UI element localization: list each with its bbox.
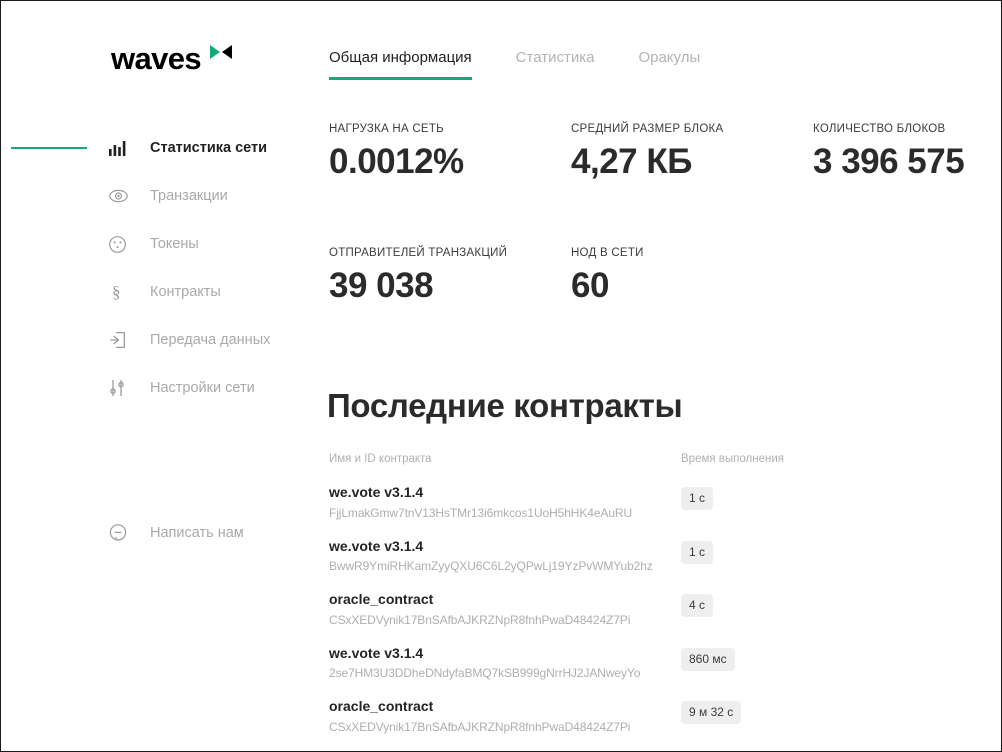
stat-network-load: НАГРУЗКА НА СЕТЬ 0.0012% xyxy=(329,123,571,182)
status-badge: 9 м 32 с xyxy=(681,701,741,724)
stat-value: 0.0012% xyxy=(329,143,571,182)
sidebar-item-contracts[interactable]: § Контракты xyxy=(109,277,309,307)
brand-logo[interactable]: waves xyxy=(111,43,232,74)
status-badge: 860 мс xyxy=(681,648,735,671)
status-badge: 1 с xyxy=(681,487,713,510)
table-row[interactable]: we.vote v3.1.4 FjjLmakGmw7tnV13HsTMr13i6… xyxy=(329,484,949,521)
sidebar-item-label: Написать нам xyxy=(150,525,244,541)
page-title: Последние контракты xyxy=(327,387,682,425)
status-badge: 1 с xyxy=(681,541,713,564)
tab-label: Оракулы xyxy=(638,49,700,66)
stat-label: СРЕДНИЙ РАЗМЕР БЛОКА xyxy=(571,123,813,135)
table-row[interactable]: oracle_contract CSxXEDVynik17BnSAfbAJKRZ… xyxy=(329,591,949,628)
stat-label: ОТПРАВИТЕЛЕЙ ТРАНЗАКЦИЙ xyxy=(329,247,571,259)
sidebar: Статистика сети Транзакции xyxy=(109,133,309,566)
stat-label: КОЛИЧЕСТВО БЛОКОВ xyxy=(813,123,964,135)
sliders-icon xyxy=(109,379,133,397)
section-sign-icon: § xyxy=(109,283,133,301)
table-row[interactable]: we.vote v3.1.4 BwwR9YmiRHKamZyyQXU6C6L2y… xyxy=(329,538,949,575)
table-row[interactable]: we.vote v3.1.4 2se7HM3U3DDheDNdyfaBMQ7kS… xyxy=(329,645,949,682)
sidebar-item-label: Контракты xyxy=(150,284,221,300)
bar-chart-icon xyxy=(109,140,133,156)
stat-block-count: КОЛИЧЕСТВО БЛОКОВ 3 396 575 xyxy=(813,123,964,182)
tab-statistics[interactable]: Статистика xyxy=(516,49,595,80)
sidebar-item-transactions[interactable]: Транзакции xyxy=(109,181,309,211)
contract-id: CSxXEDVynik17BnSAfbAJKRZNpR8fnhPwaD48424… xyxy=(329,613,681,628)
contract-time-cell: 860 мс xyxy=(681,645,821,671)
contract-name-cell: oracle_contract CSxXEDVynik17BnSAfbAJKRZ… xyxy=(329,698,681,735)
contract-name-cell: we.vote v3.1.4 2se7HM3U3DDheDNdyfaBMQ7kS… xyxy=(329,645,681,682)
column-header-name: Имя и ID контракта xyxy=(329,453,681,465)
sidebar-item-label: Настройки сети xyxy=(150,380,255,396)
contract-name: oracle_contract xyxy=(329,698,681,716)
latest-contracts-table: Имя и ID контракта Время выполнения we.v… xyxy=(329,453,949,752)
sidebar-item-contact-us[interactable]: Написать нам xyxy=(109,518,309,548)
stat-value: 60 xyxy=(571,267,644,306)
chat-bubble-icon xyxy=(109,524,133,542)
token-circle-icon xyxy=(109,236,133,253)
column-header-time: Время выполнения xyxy=(681,453,821,465)
tab-general-info[interactable]: Общая информация xyxy=(329,49,472,80)
stat-transaction-senders: ОТПРАВИТЕЛЕЙ ТРАНЗАКЦИЙ 39 038 xyxy=(329,247,571,306)
contract-name-cell: oracle_contract CSxXEDVynik17BnSAfbAJKRZ… xyxy=(329,591,681,628)
contract-name-cell: we.vote v3.1.4 FjjLmakGmw7tnV13HsTMr13i6… xyxy=(329,484,681,521)
tab-bar: Общая информация Статистика Оракулы xyxy=(329,49,700,80)
contract-id: FjjLmakGmw7tnV13HsTMr13i6mkcos1UoH5hHK4e… xyxy=(329,506,681,521)
tab-label: Статистика xyxy=(516,49,595,66)
contract-time-cell: 9 м 32 с xyxy=(681,698,821,724)
stat-value: 3 396 575 xyxy=(813,143,964,182)
contract-name: we.vote v3.1.4 xyxy=(329,538,681,556)
sidebar-item-network-settings[interactable]: Настройки сети xyxy=(109,373,309,403)
contract-time-cell: 1 с xyxy=(681,538,821,564)
table-row[interactable]: oracle_contract CSxXEDVynik17BnSAfbAJKRZ… xyxy=(329,698,949,735)
tab-oracles[interactable]: Оракулы xyxy=(638,49,700,80)
stat-label: НОД В СЕТИ xyxy=(571,247,644,259)
bowtie-logo-icon xyxy=(210,45,232,64)
network-stats-row-1: НАГРУЗКА НА СЕТЬ 0.0012% СРЕДНИЙ РАЗМЕР … xyxy=(329,123,964,182)
stat-value: 4,27 КБ xyxy=(571,143,813,182)
sidebar-item-data-transfer[interactable]: Передача данных xyxy=(109,325,309,355)
sidebar-item-label: Статистика сети xyxy=(150,140,267,156)
contract-id: 2se7HM3U3DDheDNdyfaBMQ7kSB999gNrrHJ2JANw… xyxy=(329,666,681,681)
active-section-indicator xyxy=(11,147,87,149)
table-header-row: Имя и ID контракта Время выполнения xyxy=(329,453,949,465)
stat-average-block-size: СРЕДНИЙ РАЗМЕР БЛОКА 4,27 КБ xyxy=(571,123,813,182)
network-stats-row-2: ОТПРАВИТЕЛЕЙ ТРАНЗАКЦИЙ 39 038 НОД В СЕТ… xyxy=(329,247,644,306)
contract-name-cell: we.vote v3.1.4 BwwR9YmiRHKamZyyQXU6C6L2y… xyxy=(329,538,681,575)
contract-time-cell: 1 с xyxy=(681,484,821,510)
stat-value: 39 038 xyxy=(329,267,571,306)
stat-nodes-in-network: НОД В СЕТИ 60 xyxy=(571,247,644,306)
svg-text:§: § xyxy=(112,283,121,301)
stat-label: НАГРУЗКА НА СЕТЬ xyxy=(329,123,571,135)
contract-name: we.vote v3.1.4 xyxy=(329,645,681,663)
sidebar-item-network-stats[interactable]: Статистика сети xyxy=(109,133,309,163)
sidebar-item-label: Токены xyxy=(150,236,199,252)
tab-label: Общая информация xyxy=(329,49,472,66)
app-window: waves Общая информация Статистика Оракул… xyxy=(0,0,1002,752)
brand-name: waves xyxy=(111,43,201,74)
status-badge: 4 с xyxy=(681,594,713,617)
contract-time-cell: 4 с xyxy=(681,591,821,617)
sidebar-item-tokens[interactable]: Токены xyxy=(109,229,309,259)
contract-id: CSxXEDVynik17BnSAfbAJKRZNpR8fnhPwaD48424… xyxy=(329,720,681,735)
contract-name: we.vote v3.1.4 xyxy=(329,484,681,502)
contract-id: BwwR9YmiRHKamZyyQXU6C6L2yQPwLj19YzPvWMYu… xyxy=(329,559,681,574)
contract-name: oracle_contract xyxy=(329,591,681,609)
sidebar-item-label: Передача данных xyxy=(150,332,270,348)
data-transfer-icon xyxy=(109,331,133,349)
sidebar-item-label: Транзакции xyxy=(150,188,228,204)
eye-icon xyxy=(109,189,133,203)
